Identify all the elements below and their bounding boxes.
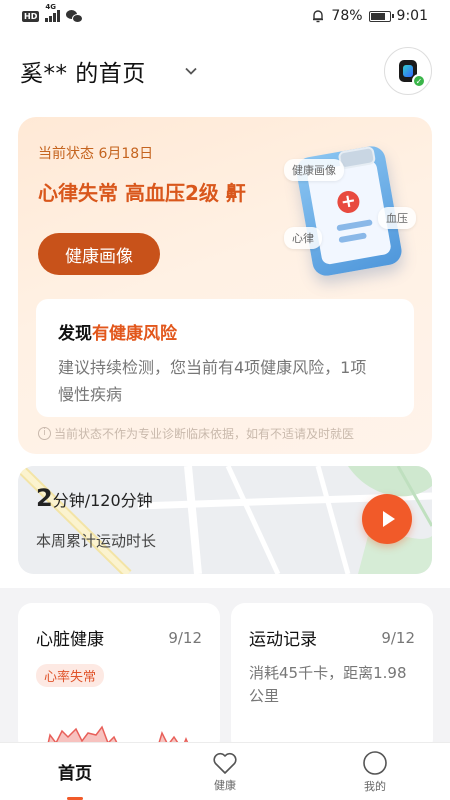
exercise-unit: 分钟/120分钟 [52,491,153,510]
risk-summary[interactable]: 发现有健康风险 建议持续检测，您当前有4项健康风险，1项慢性疾病 [36,299,414,417]
info-icon: i [38,427,51,440]
health-portrait-button[interactable]: 健康画像 [38,233,160,275]
sport-card-desc: 消耗45千卡，距离1.98公里 [249,664,407,705]
play-button[interactable] [362,494,412,544]
status-date: 当前状态 6月18日 [38,146,154,162]
page-header: 奚** 的首页 ✓ [20,44,432,98]
profile-icon [363,750,387,775]
disclaimer: i 当前状态不作为专业诊断临床依据，如有不适请及时就医 [38,425,354,442]
network-type: 4G [45,3,56,11]
heart-icon [213,752,237,774]
play-icon [382,511,395,527]
device-avatar-button[interactable]: ✓ [384,47,432,95]
health-status-card[interactable]: 当前状态 6月18日 心律失常 高血压2级 鼾 健康画像 + 健康画像 血压 心… [18,117,432,454]
page-title[interactable]: 奚** 的首页 [20,54,146,88]
exercise-duration: 2分钟/120分钟 [36,484,153,512]
tab-mine[interactable]: 我的 [300,743,450,800]
risk-title-prefix: 发现 [58,324,92,344]
wechat-icon [65,9,84,23]
risk-title-highlight: 有健康风险 [92,324,177,344]
alarm-icon [313,10,324,23]
risk-description: 建议持续检测，您当前有4项健康风险，1项慢性疾病 [58,358,367,404]
tab-mine-label: 我的 [364,779,386,793]
exercise-label: 本周累计运动时长 [36,532,157,550]
chip-heart-rhythm: 心律 [284,227,322,249]
hd-badge: HD [22,10,40,22]
arrhythmia-badge: 心率失常 [36,664,105,687]
status-bar: HD 4G 78% 9:01 [0,0,450,32]
heart-health-card[interactable]: 心脏健康 9/12 心率失常 [18,603,220,753]
tab-health-label: 健康 [214,778,236,792]
exercise-card[interactable]: 2分钟/120分钟 本周累计运动时长 [18,466,432,574]
battery-icon [368,10,394,22]
tab-home-label: 首页 [58,764,92,784]
bottom-navigation: 首页 健康 我的 [0,742,450,800]
chip-health-portrait: 健康画像 [284,159,344,181]
signal-icon: 4G [45,3,60,22]
tab-home[interactable]: 首页 [0,743,150,800]
checkmark-icon: ✓ [412,74,426,88]
chevron-down-icon[interactable] [184,64,198,78]
tab-health[interactable]: 健康 [150,743,300,800]
risk-title: 发现有健康风险 [58,319,392,344]
heart-card-date: 9/12 [168,629,202,647]
status-headline: 心律失常 高血压2级 鼾 [38,181,246,205]
disclaimer-text: 当前状态不作为专业诊断临床依据，如有不适请及时就医 [54,427,355,441]
exercise-record-card[interactable]: 运动记录 9/12 消耗45千卡，距离1.98公里 [231,603,433,753]
chip-blood-pressure: 血压 [378,207,416,229]
clock: 9:01 [396,8,428,24]
battery-percent: 78% [331,8,363,24]
exercise-minutes: 2 [36,484,53,512]
medical-cross-icon: + [335,189,362,215]
sport-card-date: 9/12 [381,629,415,647]
